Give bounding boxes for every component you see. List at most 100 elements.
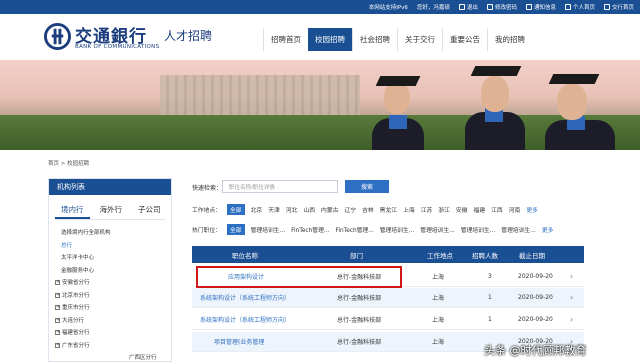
org-list-item[interactable]: 广东省分行 bbox=[55, 341, 90, 349]
tab-overseas[interactable]: 海外行 bbox=[94, 202, 129, 219]
location-option[interactable]: 上海 bbox=[403, 205, 415, 214]
job-dept: 总行-金融科技部 bbox=[337, 339, 382, 346]
position-option[interactable]: 管理培训生... bbox=[501, 225, 536, 234]
location-option[interactable]: 河南 bbox=[509, 205, 521, 214]
location-option[interactable]: 浙江 bbox=[438, 205, 450, 214]
org-list-item[interactable]: 福建省分行 bbox=[55, 328, 90, 336]
personal-home-link[interactable]: 个人首页 bbox=[564, 3, 595, 11]
location-option[interactable]: 福建 bbox=[474, 205, 486, 214]
org-list-item[interactable]: 金融服务中心 bbox=[61, 266, 94, 274]
logout-icon bbox=[458, 4, 465, 10]
expand-icon[interactable] bbox=[55, 304, 60, 310]
more-link[interactable]: 更多 bbox=[542, 225, 554, 234]
banner-trees bbox=[0, 115, 640, 150]
location-option[interactable]: 山西 bbox=[303, 205, 315, 214]
breadcrumb[interactable]: 首页 > 校园招聘 bbox=[48, 159, 89, 167]
top-utility-bar: 本网站支持IPv6 您好，冯嘉硕 退出 修改密码 通知信息 个人首页 交行首页 bbox=[0, 0, 640, 14]
watermark: 头条 @时代顾邦教育 bbox=[484, 344, 587, 357]
org-list-item[interactable]: 北京市分行 bbox=[55, 291, 90, 299]
col-deadline: 截止日期 bbox=[519, 251, 545, 260]
nav-campus-recruit[interactable]: 校园招聘 bbox=[308, 28, 352, 51]
expand-icon[interactable] bbox=[55, 292, 60, 298]
table-row[interactable]: 系统架构设计（系统工程师方向） 总行-金融科技部 上海 1 2020-09-20 › bbox=[192, 310, 584, 330]
job-dept: 总行-金融科技部 bbox=[337, 295, 382, 302]
job-title[interactable]: 项目管理(业务管理 bbox=[214, 332, 264, 351]
tab-subsidiary[interactable]: 子公司 bbox=[132, 202, 167, 219]
site-subtitle: 人才招聘 bbox=[164, 29, 213, 43]
position-option[interactable]: 管理培训生... bbox=[461, 225, 496, 234]
welcome-text: 您好，冯嘉硕 bbox=[416, 5, 450, 11]
org-list-item[interactable]: 总行 bbox=[61, 241, 72, 249]
org-list-item-label: 总行 bbox=[61, 242, 73, 249]
position-option[interactable]: FinTech管理... bbox=[291, 225, 329, 234]
home-icon bbox=[564, 4, 571, 10]
chevron-right-icon[interactable]: › bbox=[570, 310, 573, 329]
chevron-right-icon[interactable]: › bbox=[570, 288, 573, 307]
nav-social-recruit[interactable]: 社会招聘 bbox=[352, 28, 397, 51]
org-list-item[interactable]: 重庆市分行 bbox=[55, 303, 90, 311]
org-list-item[interactable]: 选择境内行全部机构 bbox=[61, 228, 111, 236]
location-option[interactable]: 内蒙古 bbox=[321, 205, 338, 214]
job-deadline: 2020-09-20 bbox=[518, 316, 553, 323]
location-option[interactable]: 河北 bbox=[286, 205, 298, 214]
job-title[interactable]: 系统架构设计（系统工程师方向） bbox=[200, 288, 290, 307]
mail-icon bbox=[525, 4, 532, 10]
org-list-item[interactable]: 太平洋卡中心 bbox=[61, 253, 94, 261]
bank-home-label: 交行首页 bbox=[611, 5, 634, 11]
location-option[interactable]: 天津 bbox=[268, 205, 280, 214]
tab-domestic[interactable]: 境内行 bbox=[55, 202, 90, 219]
org-list-item-label: 重庆市分行 bbox=[62, 305, 90, 311]
logout-label: 退出 bbox=[466, 5, 478, 11]
org-sidebar: 机构列表 境内行 海外行 子公司 选择境内行全部机构 总行 太平洋卡中心 金融服务中心… bbox=[48, 178, 172, 362]
location-option[interactable]: 辽宁 bbox=[344, 205, 356, 214]
bank-name-en: BANK OF COMMUNICATIONS bbox=[75, 44, 160, 50]
lock-icon bbox=[486, 4, 493, 10]
notice-link[interactable]: 通知信息 bbox=[525, 3, 556, 11]
logout-link[interactable]: 退出 bbox=[458, 3, 478, 11]
org-list-item[interactable]: 安徽省分行 bbox=[55, 278, 90, 286]
job-deadline: 2020-09-20 bbox=[518, 294, 553, 301]
org-list-item[interactable]: 大连分行 bbox=[55, 316, 84, 324]
expand-icon[interactable] bbox=[55, 329, 60, 335]
change-password-link[interactable]: 修改密码 bbox=[486, 3, 517, 11]
expand-icon[interactable] bbox=[55, 279, 60, 285]
expand-icon[interactable] bbox=[55, 317, 60, 323]
location-option[interactable]: 北京 bbox=[251, 205, 263, 214]
nav-recruit-home[interactable]: 招聘首页 bbox=[263, 28, 308, 51]
more-link[interactable]: 更多 bbox=[526, 205, 538, 214]
job-location: 上海 bbox=[432, 295, 445, 302]
expand-icon[interactable] bbox=[55, 342, 60, 348]
position-option-all[interactable]: 全部 bbox=[227, 224, 245, 235]
bank-icon bbox=[603, 4, 610, 10]
location-option-all[interactable]: 全部 bbox=[227, 204, 245, 215]
tab-divider bbox=[55, 219, 165, 220]
location-filter-row: 工作地点： 全部 北京 天津 河北 山西 内蒙古 辽宁 吉林 黑龙江 上海 江苏 浙江 安徽 福建 江西 河南… bbox=[192, 204, 538, 215]
location-option[interactable]: 黑龙江 bbox=[380, 205, 397, 214]
job-location: 上海 bbox=[432, 339, 445, 346]
job-title[interactable]: 系统架构设计（系统工程师方向） bbox=[200, 310, 290, 329]
position-option[interactable]: FinTech管理... bbox=[335, 225, 373, 234]
nav-announcements[interactable]: 重要公告 bbox=[442, 28, 487, 51]
job-table-header: 职位名称 部门 工作地点 招聘人数 截止日期 bbox=[192, 246, 584, 263]
table-row[interactable]: 系统架构设计（系统工程师方向） 总行-金融科技部 上海 1 2020-09-20 › bbox=[192, 288, 584, 308]
location-option[interactable]: 吉林 bbox=[362, 205, 374, 214]
job-count: 3 bbox=[488, 273, 492, 280]
location-option[interactable]: 江苏 bbox=[421, 205, 433, 214]
position-option[interactable]: 管理培训生... bbox=[420, 225, 455, 234]
position-option[interactable]: 管理培训生... bbox=[380, 225, 415, 234]
nav-about[interactable]: 关于交行 bbox=[397, 28, 442, 51]
col-count: 招聘人数 bbox=[472, 251, 498, 260]
col-location: 工作地点 bbox=[427, 251, 453, 260]
position-option[interactable]: 管理培训生... bbox=[251, 225, 286, 234]
location-option[interactable]: 江西 bbox=[491, 205, 503, 214]
chevron-right-icon[interactable]: › bbox=[570, 267, 573, 286]
location-option[interactable]: 安徽 bbox=[456, 205, 468, 214]
org-list-item-label: 北京市分行 bbox=[62, 292, 90, 299]
job-dept: 总行-金融科技部 bbox=[337, 317, 382, 324]
org-item-guangxi[interactable]: 广西区分行 bbox=[129, 353, 157, 361]
search-input[interactable]: 职位名称/职位详情 bbox=[222, 180, 338, 193]
search-button[interactable]: 搜索 bbox=[345, 180, 389, 193]
job-deadline: 2020-09-20 bbox=[518, 273, 553, 280]
nav-my-recruit[interactable]: 我的招聘 bbox=[487, 28, 532, 51]
bank-home-link[interactable]: 交行首页 bbox=[603, 3, 634, 11]
